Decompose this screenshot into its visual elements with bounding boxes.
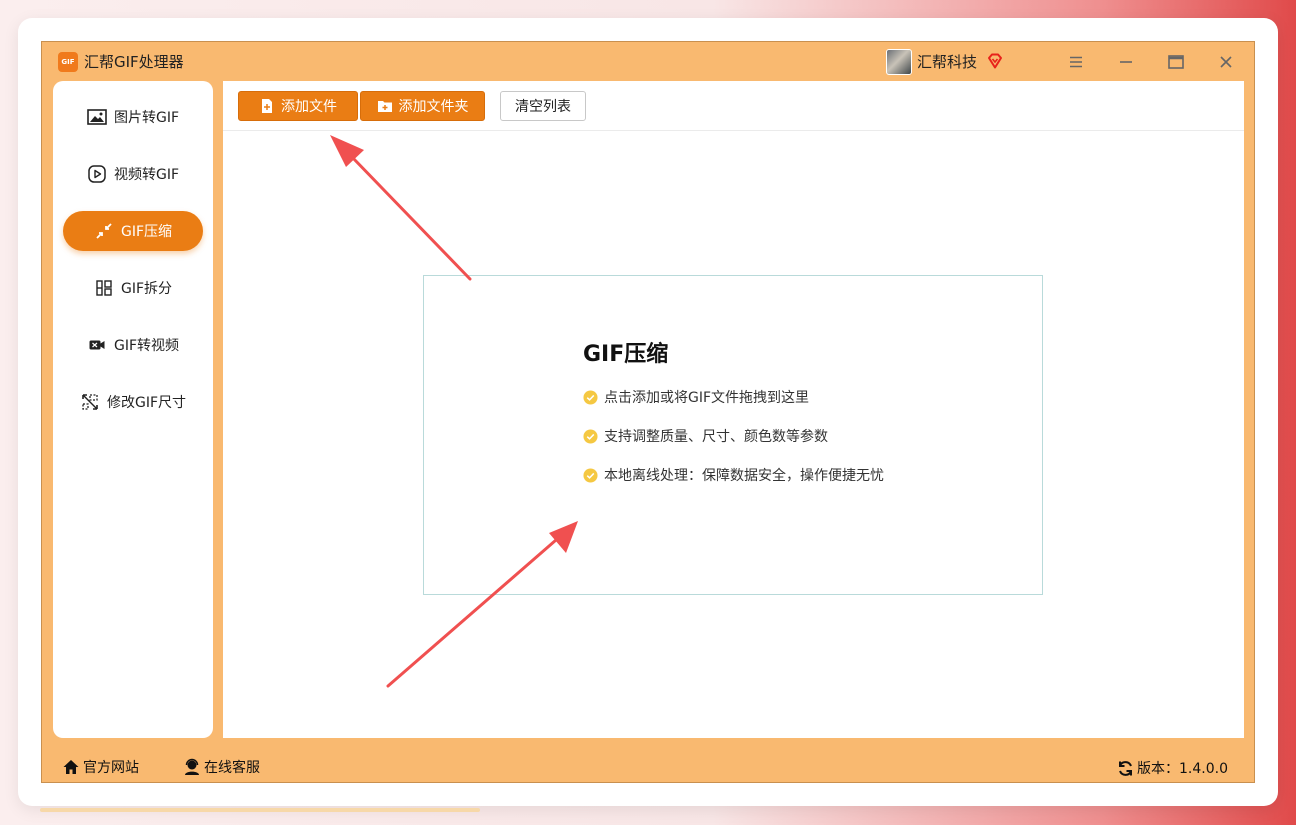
file-drop-zone[interactable]: GIF压缩 点击添加或将GIF文件拖拽到这里 支持调整质量、尺寸、颜色数等参数 …: [423, 275, 1043, 595]
add-file-icon: [259, 98, 275, 114]
add-file-label: 添加文件: [281, 99, 337, 115]
sidebar-item-label: 修改GIF尺寸: [106, 395, 187, 411]
check-circle-icon: [583, 467, 598, 483]
tip-item: 本地离线处理：保障数据安全，操作便捷无忧: [583, 465, 884, 485]
sidebar-item-gif-compress[interactable]: GIF压缩: [63, 211, 203, 251]
add-file-button[interactable]: 添加文件: [238, 91, 358, 121]
compress-icon: [94, 221, 114, 241]
check-circle-icon: [583, 428, 598, 444]
resize-icon: [80, 392, 100, 412]
add-folder-icon: [377, 98, 393, 114]
sidebar: 图片转GIF 视频转GIF GIF压缩 GIF拆分 GIF转视频 修改GIF尺寸: [53, 81, 213, 738]
video-camera-icon: [87, 335, 107, 355]
status-bar: 官方网站 在线客服 版本：1.4.0.0: [42, 747, 1254, 783]
home-icon: [62, 758, 80, 776]
user-name[interactable]: 汇帮科技: [917, 52, 977, 72]
online-service-label: 在线客服: [204, 760, 260, 776]
maximize-icon[interactable]: [1164, 50, 1188, 74]
app-title: 汇帮GIF处理器: [84, 53, 184, 71]
sidebar-item-label: GIF转视频: [113, 338, 180, 354]
check-circle-icon: [583, 389, 598, 405]
refresh-icon: [1117, 760, 1134, 777]
customer-service-icon: [183, 758, 201, 776]
version-info[interactable]: 版本：1.4.0.0: [1117, 758, 1228, 778]
taskbar-strip: [40, 808, 480, 812]
tip-text: 点击添加或将GIF文件拖拽到这里: [604, 390, 810, 406]
split-grid-icon: [94, 278, 114, 298]
sidebar-item-gif-split[interactable]: GIF拆分: [63, 268, 203, 308]
sidebar-item-label: 图片转GIF: [113, 110, 180, 126]
vip-diamond-icon[interactable]: [986, 52, 1004, 70]
title-bar[interactable]: GIF 汇帮GIF处理器 汇帮科技: [42, 42, 1254, 82]
sidebar-item-video-to-gif[interactable]: 视频转GIF: [63, 154, 203, 194]
tip-item: 点击添加或将GIF文件拖拽到这里: [583, 387, 809, 407]
sidebar-item-label: GIF压缩: [120, 224, 173, 240]
menu-icon[interactable]: [1064, 50, 1088, 74]
toolbar: 添加文件 添加文件夹 清空列表: [223, 81, 1244, 131]
user-avatar[interactable]: [886, 49, 912, 75]
official-website-label: 官方网站: [83, 760, 139, 776]
sidebar-item-label: 视频转GIF: [113, 167, 180, 183]
play-circle-icon: [87, 164, 107, 184]
online-service-link[interactable]: 在线客服: [183, 757, 260, 777]
sidebar-item-label: GIF拆分: [120, 281, 173, 297]
tip-text: 支持调整质量、尺寸、颜色数等参数: [604, 429, 828, 445]
main-panel: 添加文件 添加文件夹 清空列表 GIF压缩 点击添加或将GIF文件拖拽到这里 支…: [223, 81, 1244, 738]
tip-item: 支持调整质量、尺寸、颜色数等参数: [583, 426, 828, 446]
minimize-icon[interactable]: [1114, 50, 1138, 74]
sidebar-item-image-to-gif[interactable]: 图片转GIF: [63, 97, 203, 137]
sidebar-item-gif-to-video[interactable]: GIF转视频: [63, 325, 203, 365]
tip-text: 本地离线处理：保障数据安全，操作便捷无忧: [604, 468, 884, 484]
clear-list-button[interactable]: 清空列表: [500, 91, 586, 121]
drop-zone-title: GIF压缩: [583, 342, 669, 367]
app-logo-icon: GIF: [58, 52, 78, 72]
add-folder-button[interactable]: 添加文件夹: [360, 91, 485, 121]
version-label: 版本：1.4.0.0: [1137, 761, 1228, 777]
add-folder-label: 添加文件夹: [398, 99, 469, 115]
close-icon[interactable]: [1214, 50, 1238, 74]
image-icon: [87, 107, 107, 127]
official-website-link[interactable]: 官方网站: [62, 757, 139, 777]
sidebar-item-resize-gif[interactable]: 修改GIF尺寸: [63, 382, 203, 422]
app-window: GIF 汇帮GIF处理器 汇帮科技 图片转GIF 视频转GIF GIF压缩 GI…: [41, 41, 1255, 783]
